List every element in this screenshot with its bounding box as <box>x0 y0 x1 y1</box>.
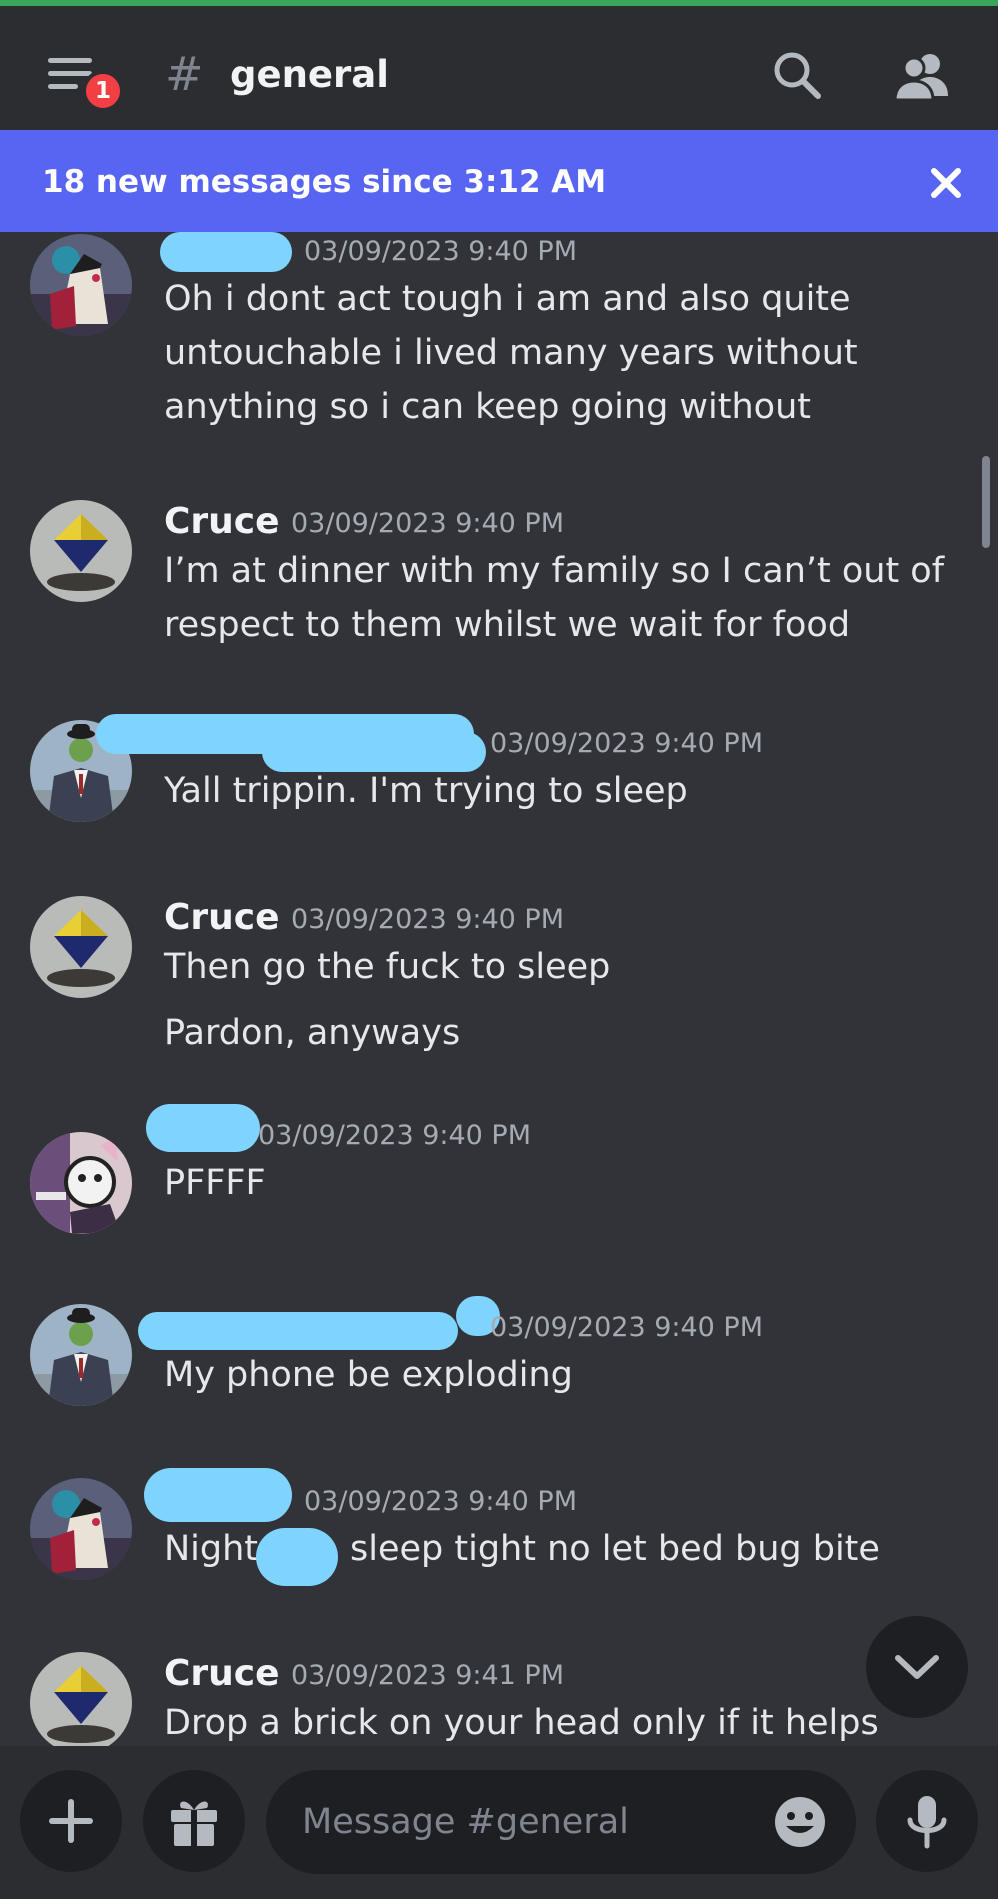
gift-button[interactable] <box>143 1770 245 1872</box>
notification-badge: 1 <box>82 70 124 112</box>
members-button[interactable] <box>892 48 952 104</box>
timestamp: 03/09/2023 9:40 PM <box>291 904 564 935</box>
message-text: untouchable i lived many years without <box>164 333 858 373</box>
timestamp: 03/09/2023 9:40 PM <box>258 1120 531 1151</box>
avatar[interactable] <box>30 896 132 998</box>
timestamp: 03/09/2023 9:41 PM <box>291 1660 564 1691</box>
new-messages-text: 18 new messages since 3:12 AM <box>42 164 607 200</box>
message-text: Drop a brick on your head only if it hel… <box>164 1703 879 1743</box>
message-list[interactable]: 03/09/2023 9:40 PM Oh i dont act tough i… <box>0 232 998 1746</box>
scrollbar-thumb[interactable] <box>982 456 990 548</box>
new-messages-banner[interactable]: 18 new messages since 3:12 AM <box>0 130 998 232</box>
message-input-wrapper <box>266 1770 856 1874</box>
message-text: respect to them whilst we wait for food <box>164 605 851 645</box>
message-text: My phone be exploding <box>164 1355 573 1395</box>
message-text: sleep tight no let bed bug bite <box>350 1529 880 1569</box>
username[interactable]: Cruce <box>164 500 280 544</box>
close-icon <box>931 168 961 198</box>
channel-title[interactable]: general <box>230 50 389 100</box>
microphone-icon <box>907 1796 947 1849</box>
timestamp: 03/09/2023 9:40 PM <box>304 236 577 267</box>
channel-header: 1 # general <box>0 6 998 130</box>
timestamp: 03/09/2023 9:40 PM <box>490 1312 763 1343</box>
message-text: anything so i can keep going without <box>164 387 812 427</box>
message-input[interactable] <box>302 1770 762 1874</box>
members-icon <box>893 54 948 102</box>
emoji-icon <box>775 1797 825 1847</box>
search-icon <box>774 52 821 99</box>
redacted-name-in-text <box>256 1528 338 1586</box>
dismiss-banner-button[interactable] <box>926 163 966 203</box>
timestamp: 03/09/2023 9:40 PM <box>490 728 763 759</box>
message-text: Night <box>164 1529 259 1569</box>
redacted-username <box>160 232 292 272</box>
avatar[interactable] <box>30 1304 132 1406</box>
message-text: I’m at dinner with my family so I can’t … <box>164 551 945 591</box>
avatar[interactable] <box>30 1652 132 1746</box>
avatar[interactable] <box>30 234 132 336</box>
username[interactable]: Cruce <box>164 1652 280 1696</box>
timestamp: 03/09/2023 9:40 PM <box>304 1486 577 1517</box>
timestamp: 03/09/2023 9:40 PM <box>291 508 564 539</box>
search-button[interactable] <box>770 48 826 104</box>
message-text: Yall trippin. I'm trying to sleep <box>164 771 688 811</box>
message-text: Then go the fuck to sleep <box>164 947 611 987</box>
redacted-username <box>146 1104 260 1152</box>
message-text: Oh i dont act tough i am and also quite <box>164 279 851 319</box>
redacted-username <box>138 1312 458 1350</box>
avatar[interactable] <box>30 1478 132 1580</box>
gift-icon <box>171 1801 217 1846</box>
redacted-username <box>144 1468 292 1522</box>
message-text: Pardon, anyways <box>164 1013 461 1053</box>
username[interactable]: Cruce <box>164 896 280 940</box>
chevron-down-icon <box>895 1655 939 1679</box>
plus-icon <box>49 1799 93 1843</box>
attach-button[interactable] <box>20 1770 122 1872</box>
avatar[interactable] <box>30 500 132 602</box>
jump-to-bottom-button[interactable] <box>866 1616 968 1718</box>
emoji-button[interactable] <box>772 1794 828 1850</box>
message-composer <box>0 1746 998 1899</box>
hash-icon: # <box>165 47 204 101</box>
message-text: PFFFF <box>164 1163 266 1203</box>
avatar[interactable] <box>30 1132 132 1234</box>
voice-message-button[interactable] <box>876 1770 978 1872</box>
